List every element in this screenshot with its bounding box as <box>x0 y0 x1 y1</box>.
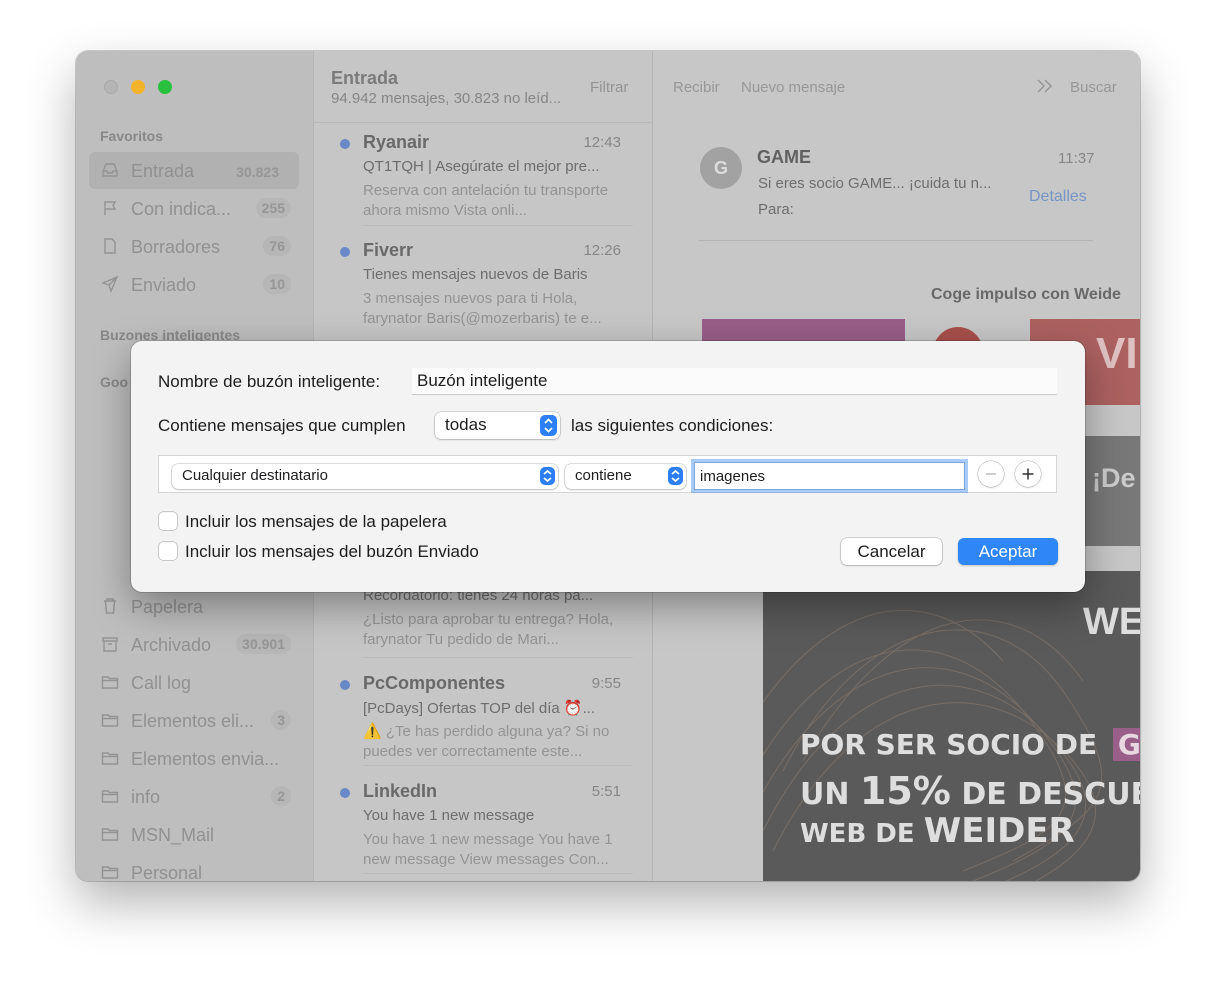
rule-field-select[interactable]: Cualquier destinatario <box>172 464 558 489</box>
rule-value-input[interactable] <box>694 462 965 490</box>
include-sent-label: Incluir los mensajes del buzón Enviado <box>185 542 479 561</box>
match-mode-select[interactable]: todas <box>435 412 560 439</box>
match-mode-value: todas <box>445 415 487 434</box>
include-trash-label: Incluir los mensajes de la papelera <box>185 512 447 531</box>
chevron-updown-icon <box>668 467 683 485</box>
plus-icon <box>1022 468 1034 480</box>
add-rule-button[interactable] <box>1015 461 1041 487</box>
rule-field-value: Cualquier destinatario <box>182 467 328 484</box>
rule-operator-select[interactable]: contiene <box>565 464 686 489</box>
cancel-button[interactable]: Cancelar <box>841 538 942 565</box>
mailbox-name-input[interactable] <box>412 368 1057 395</box>
conditions-label: las siguientes condiciones: <box>571 416 774 435</box>
contains-label: Contiene mensajes que cumplen <box>158 416 406 435</box>
minus-icon <box>986 473 996 475</box>
chevron-updown-icon <box>540 415 557 436</box>
chevron-updown-icon <box>540 467 555 485</box>
rule-operator-value: contiene <box>575 467 632 484</box>
accept-button[interactable]: Aceptar <box>958 538 1058 565</box>
include-trash-checkbox[interactable] <box>159 512 177 530</box>
remove-rule-button[interactable] <box>978 461 1004 487</box>
include-sent-checkbox[interactable] <box>159 542 177 560</box>
mailbox-name-label: Nombre de buzón inteligente: <box>158 372 381 391</box>
smart-mailbox-dialog: Nombre de buzón inteligente: Contiene me… <box>131 341 1085 592</box>
